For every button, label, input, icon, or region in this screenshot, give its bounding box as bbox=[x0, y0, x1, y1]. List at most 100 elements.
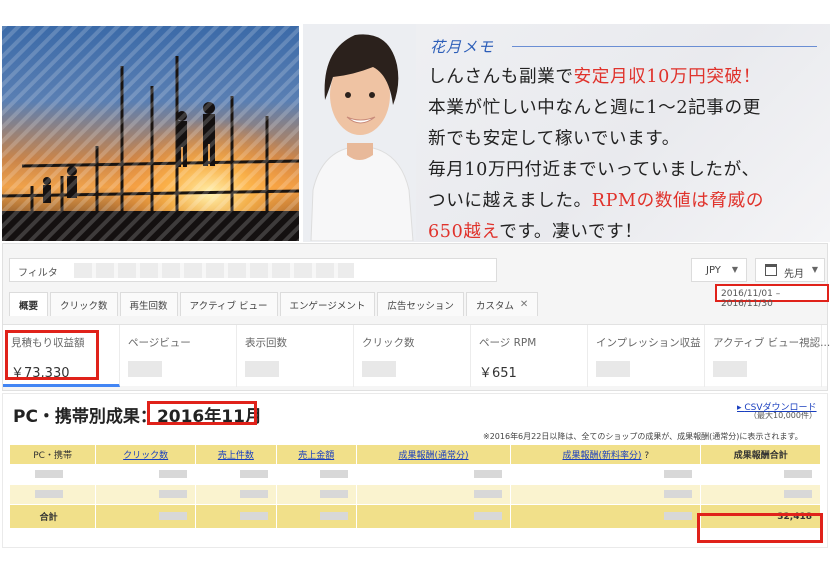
sort-link[interactable]: 売上件数 bbox=[218, 451, 254, 461]
sort-link[interactable]: クリック数 bbox=[123, 451, 168, 461]
sort-link[interactable]: 成果報酬(新料率分) bbox=[562, 451, 641, 461]
avatar bbox=[303, 5, 416, 242]
redacted-value bbox=[664, 512, 693, 520]
memo-body: しんさんも副業で安定月収10万円突破！ 本業が忙しい中なんと週に1〜2記事の更 新で… bbox=[428, 62, 823, 248]
metric-value-redacted bbox=[245, 361, 279, 377]
report-tab[interactable]: カスタム ✕ bbox=[465, 292, 539, 316]
metric-card[interactable]: ページビュー bbox=[120, 325, 237, 387]
table-cell bbox=[355, 464, 512, 485]
redacted-value bbox=[159, 470, 188, 478]
tab-label: クリック数 bbox=[60, 300, 108, 312]
table-cell bbox=[195, 504, 277, 529]
memo-text: 毎月10万円付近までいっていましたが、 bbox=[428, 160, 760, 180]
metric-label: ページビュー bbox=[128, 337, 191, 349]
filter-bar[interactable]: フィルタ bbox=[9, 258, 497, 282]
column-header[interactable]: 成果報酬(新料率分) ? bbox=[510, 444, 702, 465]
tab-label: 再生回数 bbox=[129, 300, 168, 312]
highlight-earnings-box bbox=[5, 330, 99, 380]
memo-text: 新でも安定して稼いでいます。 bbox=[428, 129, 680, 149]
tab-label: 広告セッション bbox=[387, 300, 454, 312]
calendar-icon bbox=[765, 264, 777, 276]
tab-label: 概要 bbox=[19, 300, 39, 312]
table-cell bbox=[195, 464, 277, 485]
memo-divider bbox=[512, 46, 817, 47]
redacted-value bbox=[784, 490, 812, 498]
memo-highlight-text: RPMの数値は脅威の bbox=[591, 191, 765, 211]
filter-label: フィルタ bbox=[18, 268, 58, 279]
report-tab[interactable]: アクティブ ビュー bbox=[179, 292, 278, 316]
redacted-value bbox=[34, 470, 63, 478]
redacted-value bbox=[239, 470, 268, 478]
redacted-value bbox=[159, 512, 188, 520]
metric-card[interactable]: 表示回数 bbox=[237, 325, 354, 387]
column-header[interactable]: 売上件数 bbox=[195, 444, 277, 465]
memo-text: しんさんも副業で bbox=[428, 67, 574, 87]
metric-value-redacted bbox=[362, 361, 396, 377]
date-range: 2016/11/01 – 2016/11/30 bbox=[715, 284, 829, 309]
table-cell bbox=[510, 504, 702, 529]
memo-line: 毎月10万円付近までいっていましたが、 bbox=[428, 155, 823, 186]
metrics-row: 見積もり収益額 ￥73,330 ページビュー 表示回数 クリック数 ページ RPM ￥651… bbox=[3, 324, 830, 387]
adsense-report-panel: フィルタ JPY ▼ 先月 ▼ 2016/11/01 – 2016/11/30 … bbox=[2, 243, 830, 391]
metric-card[interactable]: クリック数 bbox=[354, 325, 471, 387]
metric-value-redacted bbox=[713, 361, 747, 377]
redacted-value bbox=[474, 470, 503, 478]
memo-text: 本業が忙しい中なんと週に1〜2記事の更 bbox=[428, 98, 761, 118]
tab-label: カスタム bbox=[475, 300, 514, 312]
memo-line: ついに越えました。RPMの数値は脅威の bbox=[428, 186, 823, 217]
metric-card[interactable]: ページ RPM ￥651 bbox=[471, 325, 588, 387]
table-cell bbox=[510, 464, 702, 485]
redacted-value bbox=[319, 490, 348, 498]
memo-highlight-text: 650越え bbox=[428, 222, 500, 242]
row-label bbox=[8, 464, 97, 485]
table-row bbox=[8, 484, 821, 505]
table-cell bbox=[275, 464, 357, 485]
table-cell bbox=[95, 484, 197, 505]
metric-card[interactable]: アクティブ ビュー視認... bbox=[705, 325, 830, 387]
memo-line: 本業が忙しい中なんと週に1〜2記事の更 bbox=[428, 93, 823, 124]
metric-label: 表示回数 bbox=[245, 337, 287, 349]
help-icon[interactable]: ? bbox=[642, 451, 649, 461]
column-header[interactable]: 成果報酬(通常分) bbox=[355, 444, 512, 465]
redacted-value bbox=[784, 470, 812, 478]
person-avatar-image bbox=[303, 24, 416, 242]
tab-label: アクティブ ビュー bbox=[189, 300, 268, 312]
table-cell bbox=[700, 484, 821, 505]
report-tab[interactable]: 広告セッション bbox=[377, 292, 464, 316]
report-tab[interactable]: 再生回数 bbox=[119, 292, 178, 316]
filter-input[interactable] bbox=[74, 263, 354, 278]
metric-label: クリック数 bbox=[362, 337, 415, 349]
redacted-value bbox=[474, 512, 503, 520]
redacted-value bbox=[474, 490, 503, 498]
report-tab[interactable]: 概要 bbox=[9, 292, 49, 316]
period-value: 先月 bbox=[784, 269, 804, 280]
column-header: PC・携帯 bbox=[8, 444, 97, 465]
table-header-row: PC・携帯 クリック数 売上件数 売上金額 成果報酬(通常分) 成果報酬(新料率分) ? 成… bbox=[8, 444, 821, 465]
report-tabs: 概要 クリック数 再生回数 アクティブ ビュー エンゲージメント 広告セッション カスタム ✕ bbox=[9, 292, 539, 316]
table-cell bbox=[355, 484, 512, 505]
report-notice: ※2016年6月22日以降は、全てのショップの成果が、成果報酬(通常分)に表示さ… bbox=[483, 432, 803, 441]
redacted-value bbox=[319, 470, 348, 478]
table-row bbox=[8, 464, 821, 485]
sort-link[interactable]: 売上金額 bbox=[298, 451, 334, 461]
metric-label: ページ RPM bbox=[479, 337, 537, 349]
chevron-down-icon: ▼ bbox=[811, 265, 818, 274]
memo-text: ついに越えました。 bbox=[428, 191, 592, 211]
metric-label: アクティブ ビュー視認... bbox=[713, 337, 830, 349]
report-tab[interactable]: クリック数 bbox=[50, 292, 118, 316]
construction-silhouette-image bbox=[2, 26, 299, 241]
metric-value: ￥651 bbox=[479, 366, 517, 381]
close-icon[interactable]: ✕ bbox=[520, 299, 528, 310]
metric-card[interactable]: インプレッション収益 bbox=[588, 325, 705, 387]
currency-dropdown[interactable]: JPY ▼ bbox=[691, 258, 747, 282]
row-label bbox=[8, 484, 97, 505]
report-tab[interactable]: エンゲージメント bbox=[279, 292, 376, 316]
sort-link[interactable]: 成果報酬(通常分) bbox=[398, 451, 468, 461]
column-header[interactable]: クリック数 bbox=[95, 444, 197, 465]
period-dropdown[interactable]: 先月 ▼ bbox=[755, 258, 825, 282]
column-header[interactable]: 売上金額 bbox=[275, 444, 357, 465]
redacted-value bbox=[239, 490, 268, 498]
hero-section: 花月メモ しんさんも副業で安定月収10万円突破！ 本業が忙しい中なんと週に1〜2記… bbox=[0, 0, 830, 243]
table-cell bbox=[95, 464, 197, 485]
memo-text: です。凄いです！ bbox=[499, 222, 643, 242]
